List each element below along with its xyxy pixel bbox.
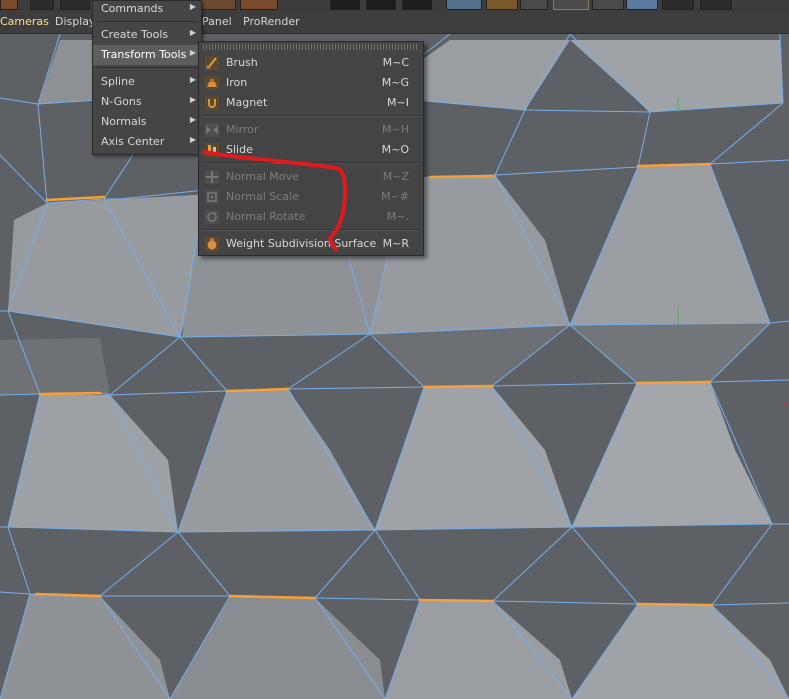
shortcut-label: M~# [381,190,409,203]
play-button[interactable] [366,0,396,10]
menu-item-iron[interactable]: Iron M~G [199,73,423,93]
toolbar-button[interactable] [662,0,694,10]
toolbar-button[interactable] [60,0,90,10]
toolbar-button[interactable] [446,0,482,10]
menu-item-transform-tools[interactable]: Transform Tools ▶ [93,45,201,65]
normal-move-icon [205,170,219,184]
submenu-arrow-icon: ▶ [189,115,196,124]
menu-item-normal-scale[interactable]: Normal Scale M~# [199,187,423,207]
shortcut-label: M~R [382,237,409,250]
menu-item-label: Normal Rotate [226,210,306,223]
menu-item-label: Iron [226,76,248,89]
submenu-arrow-icon: ▶ [189,48,196,57]
menu-item-label: Commands [101,2,164,15]
iron-icon [205,76,219,90]
play-button[interactable] [402,0,432,10]
menu-item-label: Transform Tools [101,48,187,61]
toolbar-button[interactable] [553,0,589,10]
menu-prorender[interactable]: ProRender [243,15,300,28]
menu-item-label: Normal Scale [226,190,299,203]
menu-item-label: Axis Center [101,135,165,148]
menu-item-create-tools[interactable]: Create Tools ▶ [93,25,201,45]
menu-item-axis-center[interactable]: Axis Center ▶ [93,132,201,152]
mesh-submenu: Commands ▶ Create Tools ▶ Transform Tool… [92,0,202,155]
shortcut-label: M~. [386,210,409,223]
shortcut-label: M~I [387,96,409,109]
menu-item-commands[interactable]: Commands ▶ [93,0,201,19]
shortcut-label: M~H [382,123,409,136]
menu-item-label: Brush [226,56,258,69]
menu-item-normal-rotate[interactable]: Normal Rotate M~. [199,207,423,227]
menu-divider [202,162,420,164]
menu-item-normal-move[interactable]: Normal Move M~Z [199,167,423,187]
menu-item-weight-subdivision-surface[interactable]: Weight Subdivision Surface M~R [199,234,423,254]
menu-panel[interactable]: Panel [202,15,232,28]
shortcut-label: M~Z [382,170,409,183]
menu-item-brush[interactable]: Brush M~C [199,53,423,73]
menu-item-n-gons[interactable]: N-Gons ▶ [93,92,201,112]
menu-item-label: Magnet [226,96,268,109]
transform-tools-menu: Brush M~C Iron M~G Magnet M~I Mirror M~H… [198,41,424,256]
menu-item-label: Weight Subdivision Surface [226,237,377,250]
toolbar-button[interactable] [30,0,54,10]
menu-item-label: Slide [226,143,253,156]
weight-subdivision-icon [205,237,219,251]
normal-scale-icon [205,190,219,204]
tear-off-handle[interactable] [203,44,419,50]
menu-item-label: Create Tools [101,28,169,41]
normal-rotate-icon [205,210,219,224]
submenu-arrow-icon: ▶ [189,28,196,37]
brush-icon [205,56,219,70]
slide-icon [205,143,219,157]
submenu-arrow-icon: ▶ [189,2,196,11]
mirror-icon [205,123,219,137]
toolbar-button[interactable] [592,0,624,10]
menu-cameras[interactable]: Cameras [0,15,49,28]
menu-divider [202,229,420,231]
menu-item-magnet[interactable]: Magnet M~I [199,93,423,113]
shortcut-label: M~O [381,143,409,156]
menu-item-label: N-Gons [101,95,142,108]
menu-display[interactable]: Display [55,15,96,28]
menu-divider [97,21,197,22]
submenu-arrow-icon: ▶ [189,135,196,144]
magnet-icon [205,96,219,110]
toolbar-button[interactable] [700,0,732,10]
menu-item-label: Mirror [226,123,259,136]
menu-divider [97,67,197,68]
menu-item-spline[interactable]: Spline ▶ [93,72,201,92]
toolbar-button[interactable] [520,0,548,10]
menu-item-label: Spline [101,75,135,88]
submenu-arrow-icon: ▶ [189,95,196,104]
menu-item-slide[interactable]: Slide M~O [199,140,423,160]
menu-item-label: Normals [101,115,147,128]
toolbar-button[interactable] [626,0,658,10]
menu-item-label: Normal Move [226,170,299,183]
submenu-arrow-icon: ▶ [189,75,196,84]
shortcut-label: M~C [382,56,409,69]
toolbar-button[interactable] [240,0,278,10]
toolbar-button[interactable] [200,0,236,10]
toolbar-button[interactable] [486,0,518,10]
menu-item-normals[interactable]: Normals ▶ [93,112,201,132]
menu-item-mirror[interactable]: Mirror M~H [199,120,423,140]
menu-divider [202,115,420,117]
play-button[interactable] [330,0,360,10]
toolbar-button[interactable] [0,0,18,10]
shortcut-label: M~G [381,76,409,89]
